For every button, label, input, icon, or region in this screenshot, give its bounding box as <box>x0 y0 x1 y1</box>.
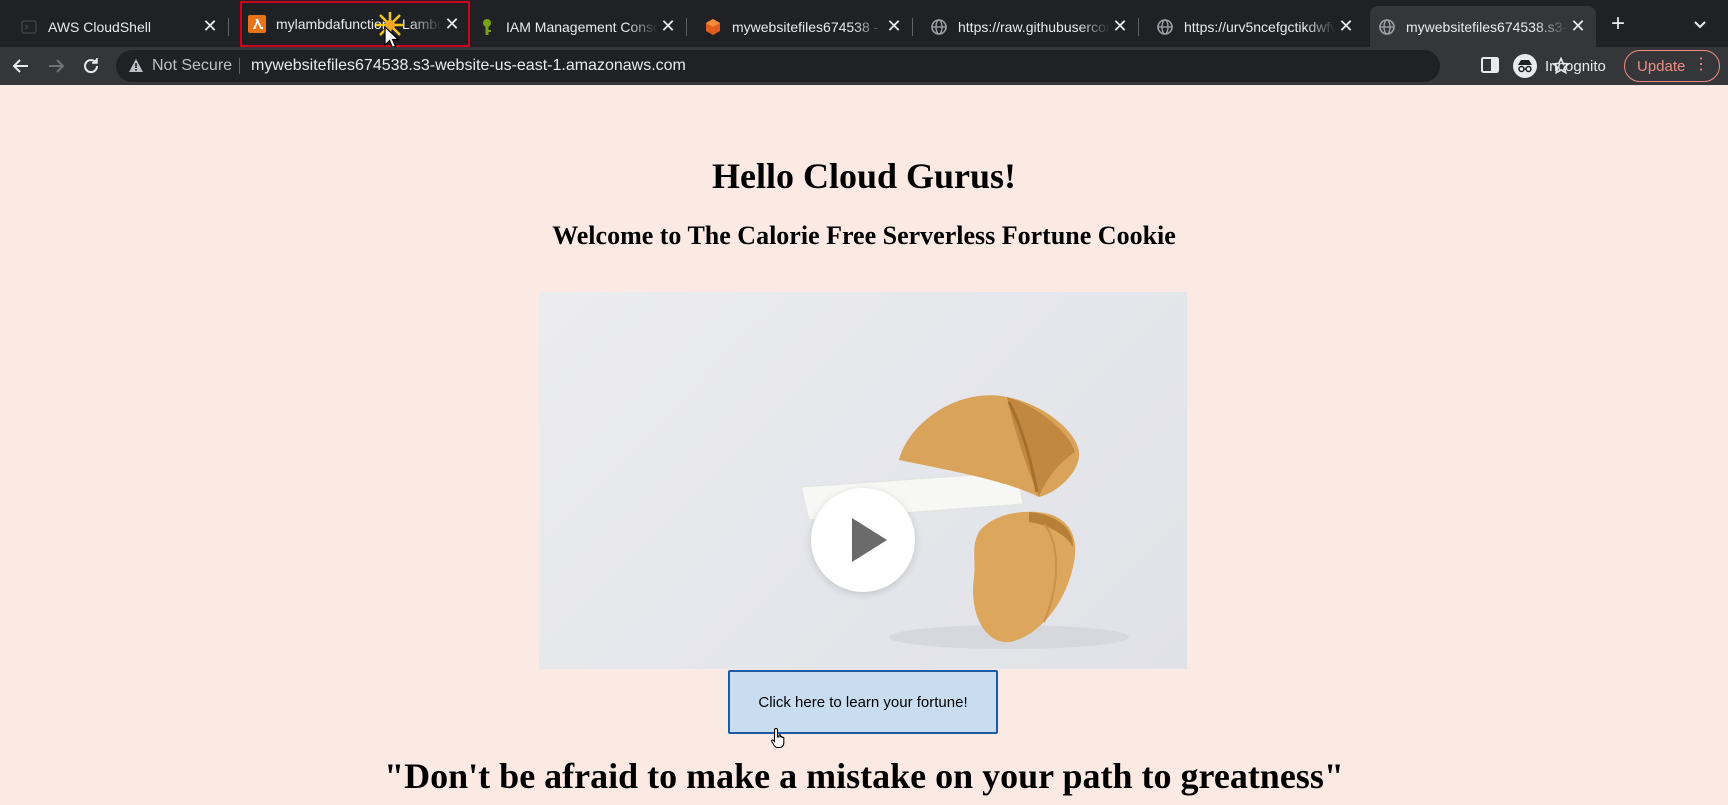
close-icon[interactable]: ✕ <box>658 16 678 37</box>
new-tab-button[interactable]: + <box>1606 12 1630 36</box>
update-button[interactable]: Update ⋮ <box>1624 50 1720 82</box>
tab-title: https://raw.githubusercontent.com <box>958 18 1110 35</box>
globe-icon <box>1378 18 1396 36</box>
globe-icon <box>1156 18 1174 36</box>
tab-separator <box>228 18 229 36</box>
warning-icon[interactable] <box>128 58 144 78</box>
tab-separator <box>686 18 687 36</box>
tab-website-active[interactable]: mywebsitefiles674538.s3-website ✕ <box>1370 6 1596 47</box>
omnibox-divider <box>239 58 240 74</box>
lambda-icon <box>248 15 266 33</box>
tab-separator <box>1138 18 1139 36</box>
tab-title: mywebsitefiles674538.s3-website <box>1406 18 1568 35</box>
tab-title: mywebsitefiles674538 - S3 <box>732 18 884 35</box>
play-icon <box>852 518 887 562</box>
reload-icon[interactable] <box>78 53 104 79</box>
close-icon[interactable]: ✕ <box>884 16 904 37</box>
close-icon[interactable]: ✕ <box>1336 16 1356 37</box>
side-panel-icon[interactable] <box>1480 55 1500 80</box>
tab-lambda-function[interactable]: mylambdafunction - Lambda ✕ <box>240 1 470 47</box>
incognito-profile-button[interactable]: Incognito <box>1513 51 1606 81</box>
security-status-label[interactable]: Not Secure <box>152 57 232 75</box>
address-bar[interactable]: Not Secure mywebsitefiles674538.s3-websi… <box>116 50 1571 82</box>
cloudshell-icon <box>20 18 38 36</box>
tab-aws-cloudshell[interactable]: AWS CloudShell ✕ <box>12 6 229 47</box>
incognito-label: Incognito <box>1545 57 1606 75</box>
url-text[interactable]: mywebsitefiles674538.s3-website-us-east-… <box>251 57 686 75</box>
incognito-icon <box>1513 54 1537 78</box>
tab-s3-bucket[interactable]: mywebsitefiles674538 - S3 ✕ <box>696 6 913 47</box>
tab-iam-console[interactable]: IAM Management Console ✕ <box>470 6 687 47</box>
tab-title: AWS CloudShell <box>48 18 151 35</box>
iam-icon <box>478 18 496 36</box>
forward-arrow-icon[interactable] <box>43 53 69 79</box>
hand-pointer-icon <box>770 727 788 754</box>
play-button[interactable] <box>811 488 915 592</box>
tab-raw-githubusercontent[interactable]: https://raw.githubusercontent.com ✕ <box>922 6 1139 47</box>
tab-title: mylambdafunction - Lambda <box>276 16 442 32</box>
learn-fortune-button[interactable]: Click here to learn your fortune! <box>728 670 998 734</box>
tab-api-url[interactable]: https://urv5ncefgctikdwfv ✕ <box>1148 6 1364 47</box>
fortune-cookie-video[interactable] <box>539 292 1187 669</box>
page-heading: Hello Cloud Gurus! <box>711 156 1017 196</box>
fortune-cookie-image <box>800 395 1129 649</box>
tab-search-chevron-down-icon[interactable] <box>1690 14 1710 34</box>
web-page: Hello Cloud Gurus! Welcome to The Calori… <box>0 85 1728 805</box>
s3-icon <box>704 18 722 36</box>
close-icon[interactable]: ✕ <box>442 14 462 34</box>
close-icon[interactable]: ✕ <box>200 16 220 37</box>
back-arrow-icon[interactable] <box>8 53 34 79</box>
tab-separator <box>912 18 913 36</box>
globe-icon <box>930 18 948 36</box>
browser-toolbar: Not Secure mywebsitefiles674538.s3-websi… <box>0 47 1728 85</box>
tab-title: IAM Management Console <box>506 18 658 35</box>
close-icon[interactable]: ✕ <box>1568 16 1588 37</box>
tab-strip: AWS CloudShell ✕ mylambdafunction - Lamb… <box>0 0 1728 47</box>
page-subheading: Welcome to The Calorie Free Serverless F… <box>552 221 1176 250</box>
fortune-quote: "Don't be afraid to make a mistake on yo… <box>384 756 1344 796</box>
update-label: Update <box>1637 57 1686 75</box>
more-vertical-icon[interactable]: ⋮ <box>1693 57 1709 73</box>
close-icon[interactable]: ✕ <box>1110 16 1130 37</box>
tab-title: https://urv5ncefgctikdwfv <box>1184 18 1336 35</box>
